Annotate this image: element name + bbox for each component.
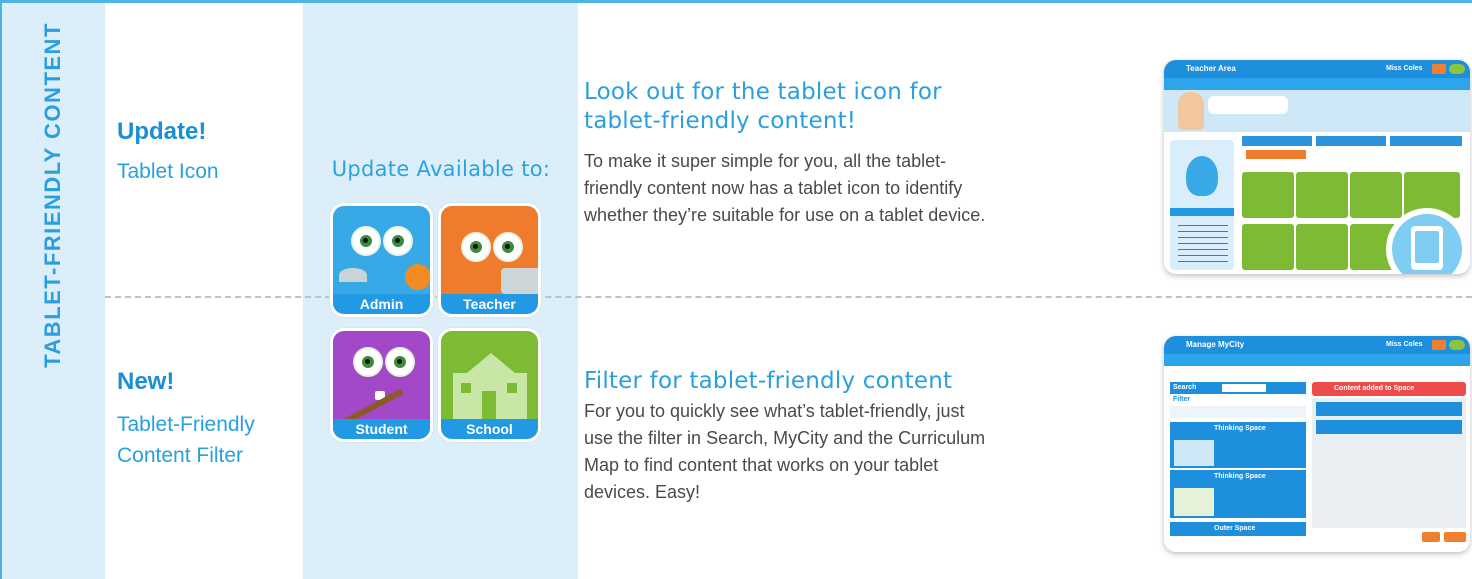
screenshot-title: Manage MyCity bbox=[1186, 340, 1245, 349]
new-badge: New! bbox=[117, 368, 175, 395]
role-label: School bbox=[441, 419, 538, 439]
update-subtitle: Tablet Icon bbox=[117, 156, 219, 187]
panel-title: Content added to Space bbox=[1334, 385, 1415, 392]
availability-heading: Update Available to: bbox=[331, 157, 551, 181]
new-subtitle: Tablet-Friendly Content Filter bbox=[117, 409, 255, 471]
filter-label: Filter bbox=[1173, 396, 1191, 403]
result-title: Outer Space bbox=[1214, 525, 1256, 532]
feature1-heading-line: tablet-friendly content! bbox=[584, 108, 857, 134]
feature2-heading: Filter for tablet-friendly content bbox=[584, 367, 952, 396]
teacher-area-screenshot: Teacher Area Miss Coles bbox=[1164, 60, 1470, 274]
feature2-body: For you to quickly see what’s tablet-fri… bbox=[584, 398, 1156, 506]
feature2-body-line: Map to find content that works on your t… bbox=[584, 455, 939, 475]
feature1-body-line: To make it super simple for you, all the… bbox=[584, 151, 947, 171]
feature2-body-line: use the filter in Search, MyCity and the… bbox=[584, 428, 986, 448]
role-teacher: Teacher bbox=[438, 203, 541, 317]
role-student: Student bbox=[330, 328, 433, 442]
role-admin: Admin bbox=[330, 203, 433, 317]
feature2-body-line: For you to quickly see what’s tablet-fri… bbox=[584, 401, 965, 421]
role-label: Admin bbox=[333, 294, 430, 314]
manage-mycity-screenshot: Manage MyCity Miss Coles Search Filter T… bbox=[1164, 336, 1470, 552]
student-monster-icon bbox=[333, 331, 430, 432]
new-subtitle-line: Tablet-Friendly bbox=[117, 413, 255, 436]
new-subtitle-line: Content Filter bbox=[117, 444, 244, 467]
teacher-monster-icon bbox=[441, 206, 538, 294]
search-label: Search bbox=[1173, 384, 1197, 391]
feature2-heading-line: Filter for tablet-friendly content bbox=[584, 368, 953, 394]
section-title: TABLET-FRIENDLY CONTENT bbox=[40, 22, 65, 368]
admin-monster-icon bbox=[333, 206, 430, 294]
screenshot-user: Miss Coles bbox=[1386, 341, 1423, 348]
feature1-heading: Look out for the tablet icon for tablet-… bbox=[584, 78, 942, 136]
feature1-heading-line: Look out for the tablet icon for bbox=[584, 79, 942, 105]
role-school: School bbox=[438, 328, 541, 442]
result-title: Thinking Space bbox=[1214, 425, 1266, 432]
role-label: Teacher bbox=[441, 294, 538, 314]
update-badge: Update! bbox=[117, 118, 207, 145]
feature1-body-line: whether they’re suitable for use on a ta… bbox=[584, 205, 986, 225]
feature1-body-line: friendly content now has a tablet icon t… bbox=[584, 178, 963, 198]
update-subtitle-line: Tablet Icon bbox=[117, 160, 219, 183]
screenshot-user: Miss Coles bbox=[1386, 65, 1423, 72]
feature1-body: To make it super simple for you, all the… bbox=[584, 148, 1156, 229]
result-title: Thinking Space bbox=[1214, 473, 1266, 480]
role-label: Student bbox=[333, 419, 430, 439]
screenshot-title: Teacher Area bbox=[1186, 64, 1236, 73]
school-building-icon bbox=[441, 331, 538, 419]
row-divider bbox=[105, 296, 1472, 298]
feature2-body-line: devices. Easy! bbox=[584, 482, 701, 502]
